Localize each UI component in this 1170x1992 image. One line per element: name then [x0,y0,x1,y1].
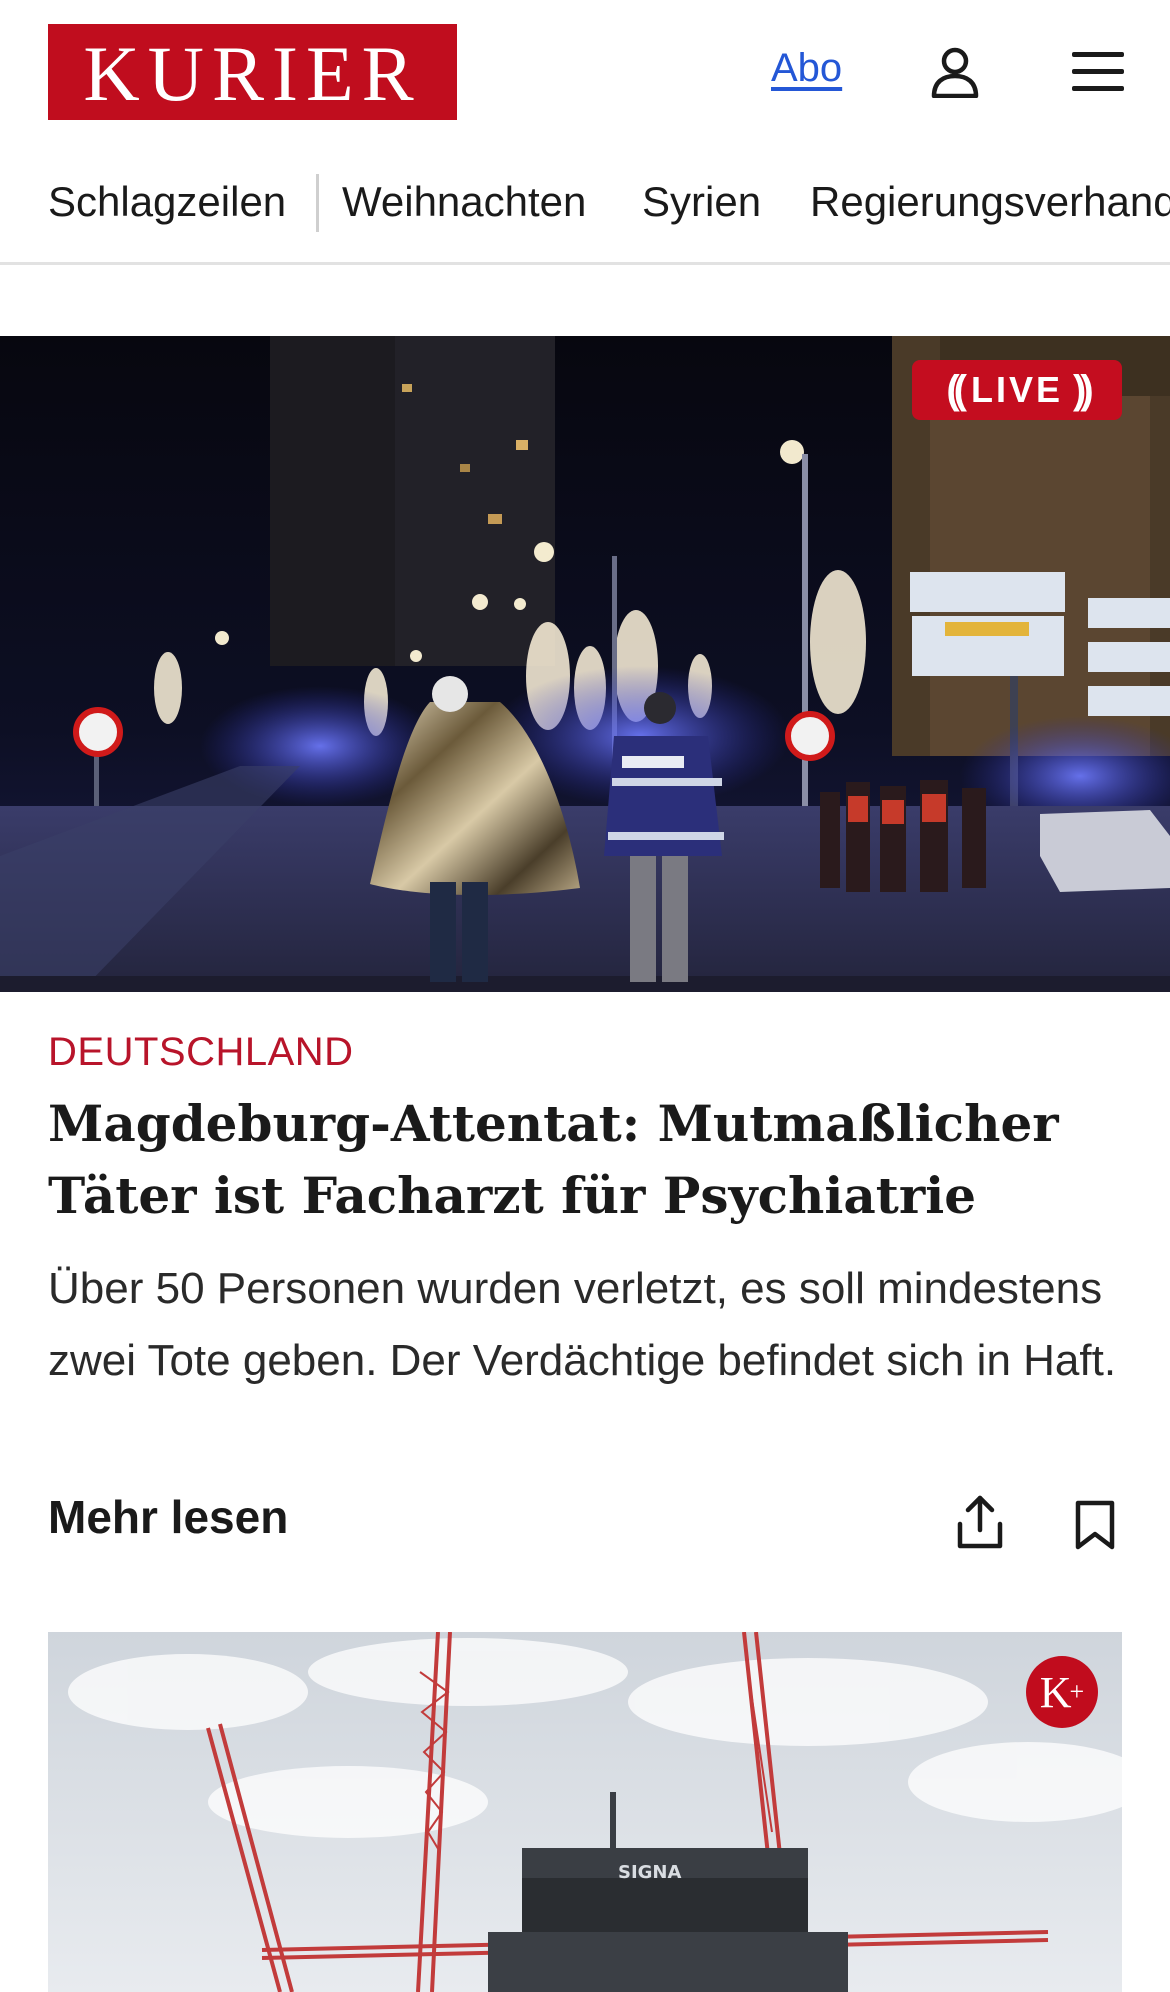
nav-divider [316,174,319,232]
live-badge: (( LIVE )) [912,360,1122,420]
user-icon[interactable] [930,46,980,98]
article-headline[interactable]: Magdeburg-Attentat: Mutmaßlicher Täter i… [48,1088,1128,1232]
kplus-letter: K [1039,1667,1072,1717]
nav-item-syrien[interactable]: Syrien [642,178,761,226]
read-more-link[interactable]: Mehr lesen [48,1490,288,1544]
article-kicker[interactable]: DEUTSCHLAND [48,1030,354,1075]
live-signal-right-icon: )) [1073,367,1093,412]
kplus-plus: + [1069,1677,1085,1706]
nav-item-regierungsverhandlungen[interactable]: Regierungsverhand [810,178,1170,226]
logo-text: KURIER [83,30,422,117]
article-image-construction[interactable]: SIGNA [48,1632,1122,1992]
hero-photo [0,336,1170,992]
kurier-plus-badge: K + [1026,1656,1098,1728]
share-icon[interactable] [956,1494,1004,1550]
hamburger-menu-icon[interactable] [1072,50,1124,94]
abo-link[interactable]: Abo [771,46,842,91]
construction-photo: SIGNA [48,1632,1122,1992]
live-label: LIVE [970,369,1063,410]
nav-item-weihnachten[interactable]: Weihnachten [342,178,586,226]
signa-sign-text: SIGNA [618,1862,682,1883]
topic-nav: Schlagzeilen Weihnachten Syrien Regierun… [0,168,1170,265]
article-teaser[interactable]: Über 50 Personen wurden verletzt, es sol… [48,1253,1128,1397]
kurier-logo[interactable]: KURIER [48,24,457,120]
site-header: KURIER Abo [0,0,1170,145]
live-signal-left-icon: (( [946,367,966,412]
hero-image[interactable] [0,336,1170,992]
bookmark-icon[interactable] [1074,1500,1116,1550]
nav-item-schlagzeilen[interactable]: Schlagzeilen [48,178,286,226]
